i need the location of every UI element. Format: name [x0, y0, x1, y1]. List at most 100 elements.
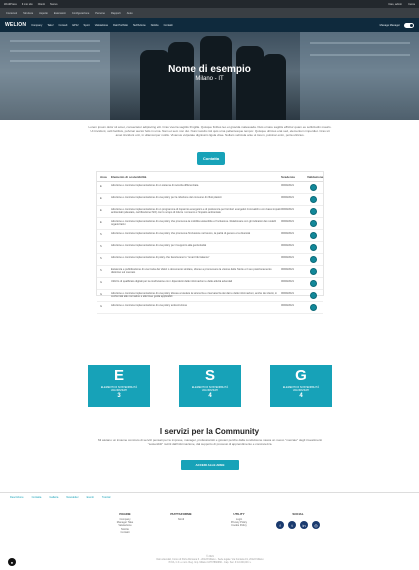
- validation-badge-icon[interactable]: [310, 280, 317, 287]
- row-area: S: [100, 257, 102, 260]
- row-element: Adozione e concreta implementazione di u…: [111, 184, 199, 187]
- nav-item-consult[interactable]: Consult: [59, 24, 68, 27]
- esg-cards: E ELEMENTI DI SOSTENIBILITÀ VALORIZZATI …: [88, 365, 332, 407]
- toolbar-contents[interactable]: Contenuti: [6, 12, 17, 15]
- facebook-icon[interactable]: f: [276, 521, 284, 529]
- nav-item-valutazione[interactable]: Valutazione: [95, 24, 108, 27]
- contact-button[interactable]: Contatta: [197, 152, 225, 165]
- validation-badge-icon[interactable]: [310, 304, 317, 311]
- card-count: 4: [208, 393, 212, 400]
- row-validation: [307, 184, 323, 191]
- row-deadline: 06/09/2021: [281, 184, 294, 187]
- card-environmental[interactable]: E ELEMENTI DI SOSTENIBILITÀ VALORIZZATI …: [88, 365, 150, 407]
- nav-item-epis[interactable]: EPIs!: [72, 24, 78, 27]
- twitter-icon[interactable]: t: [288, 521, 296, 529]
- row-validation: [307, 220, 323, 227]
- validation-badge-icon[interactable]: [310, 184, 317, 191]
- admin-item-site[interactable]: Il mio sito: [22, 3, 33, 6]
- nav-item-take[interactable]: Take!: [47, 24, 53, 27]
- nav-item-azione[interactable]: Sull'Azione: [133, 24, 146, 27]
- table-header: Area Elemento di sostenibilità Scadenza …: [97, 172, 323, 182]
- row-area: G: [100, 281, 103, 284]
- admin-item-new[interactable]: Nuovo: [50, 3, 58, 6]
- footer-link-tutorial[interactable]: Tutorial: [102, 496, 111, 499]
- table-row: E Adozione e concreta implementazione di …: [97, 194, 323, 206]
- toolbar-structure[interactable]: Struttura: [23, 12, 33, 15]
- toolbar-help[interactable]: Aiuto: [127, 12, 133, 15]
- validation-badge-icon[interactable]: [310, 244, 317, 251]
- header-area: Area: [100, 174, 107, 179]
- footer-link-newsletter[interactable]: Newsletter: [66, 496, 78, 499]
- site-logo[interactable]: WELION: [5, 22, 26, 28]
- hero-subtitle: Milano - IT: [195, 76, 224, 82]
- row-area: E: [100, 209, 102, 212]
- validation-badge-icon[interactable]: [310, 256, 317, 263]
- access-areas-button[interactable]: ACCEDI ALLE AREE: [181, 460, 239, 470]
- toolbar-appearance[interactable]: Aspetto: [39, 12, 48, 15]
- toolbar-extensions[interactable]: Estensioni: [54, 12, 66, 15]
- row-area: E: [100, 221, 102, 224]
- table-row: E Adozione e concreta implementazione di …: [97, 182, 323, 194]
- footer-link[interactable]: Contatti: [100, 531, 150, 534]
- table-row: G Utilizzo di qualificato digitali per la…: [97, 278, 323, 290]
- footer-link-eventi[interactable]: Eventi: [87, 496, 94, 499]
- footer-col-title: UTILITY: [233, 512, 245, 516]
- toolbar-configuration[interactable]: Configurazione: [72, 12, 89, 15]
- toolbar-reports[interactable]: Rapporti: [111, 12, 121, 15]
- admin-toolbar: Contenuti Struttura Aspetto Estensioni C…: [0, 8, 419, 18]
- nav-item-notizie[interactable]: Notizie: [151, 24, 159, 27]
- table-row: S Adozione e concreta implementazione di …: [97, 254, 323, 266]
- toolbar-people[interactable]: Persone: [95, 12, 105, 15]
- row-deadline: 06/09/2021: [281, 208, 294, 211]
- footer-link[interactable]: Cookie Policy: [214, 524, 264, 527]
- footer-link-descrizione[interactable]: Descrizione: [10, 496, 24, 499]
- card-social[interactable]: S ELEMENTI DI SOSTENIBILITÀ VALORIZZATI …: [179, 365, 241, 407]
- validation-badge-icon[interactable]: [310, 208, 317, 215]
- services-text: Mi aiutano un insieme concreto di serviz…: [98, 438, 322, 446]
- validation-badge-icon[interactable]: [310, 232, 317, 239]
- row-deadline: 06/09/2021: [281, 232, 294, 235]
- row-element: Adozione e concreta implementazione di u…: [111, 208, 281, 215]
- row-validation: [307, 292, 323, 299]
- row-validation: [307, 208, 323, 215]
- footer-link-contatta[interactable]: Contatta: [32, 496, 42, 499]
- nav-manager-label[interactable]: Manage Manager: [380, 24, 400, 27]
- intro-text: Lorem ipsum dolor sit amet, consectetur …: [88, 125, 332, 137]
- row-validation: [307, 196, 323, 203]
- header-validation: Validazione: [307, 174, 324, 179]
- linkedin-icon[interactable]: in: [300, 521, 308, 529]
- admin-search[interactable]: Cerca: [408, 3, 415, 6]
- nav-item-dati[interactable]: Dati Portfolio: [113, 24, 128, 27]
- table-row: G Adozione e concreta implementazione di …: [97, 290, 323, 302]
- row-deadline: 06/09/2021: [281, 220, 294, 223]
- header-deadline: Scadenza: [281, 174, 295, 179]
- nav-item-company[interactable]: Company: [31, 24, 42, 27]
- validation-badge-icon[interactable]: [310, 292, 317, 299]
- instagram-icon[interactable]: ◎: [312, 521, 320, 529]
- card-governance[interactable]: G ELEMENTI DI SOSTENIBILITÀ VALORIZZATI …: [270, 365, 332, 407]
- card-label: ELEMENTI DI SOSTENIBILITÀ VALORIZZATI: [100, 386, 138, 393]
- nav-item-contatti[interactable]: Contatti: [164, 24, 173, 27]
- row-deadline: 06/09/2021: [281, 292, 294, 295]
- chat-icon[interactable]: ●: [8, 558, 16, 566]
- row-deadline: 06/09/2021: [281, 244, 294, 247]
- row-area: E: [100, 197, 102, 200]
- validation-badge-icon[interactable]: [310, 268, 317, 275]
- card-count: 4: [299, 393, 303, 400]
- row-deadline: 06/09/2021: [281, 196, 294, 199]
- row-element: Adozione e concreta implementazione di u…: [111, 196, 222, 199]
- footer-col-title: SOCIAL: [292, 512, 304, 516]
- validation-badge-icon[interactable]: [310, 196, 317, 203]
- nav-item-sport[interactable]: Sport: [84, 24, 90, 27]
- footer-link-galleria[interactable]: Galleria: [49, 496, 58, 499]
- validation-badge-icon[interactable]: [310, 220, 317, 227]
- admin-item-wordpress[interactable]: WordPress: [4, 3, 17, 6]
- footer-col-title: PIATTAFORME: [170, 512, 192, 516]
- admin-item-clients[interactable]: Clienti: [38, 3, 45, 6]
- nav-toggle-switch[interactable]: [404, 22, 414, 28]
- footer-link[interactable]: Nordi: [156, 518, 206, 521]
- admin-user-greeting[interactable]: Ciao, admin: [388, 3, 402, 6]
- site-navigation: WELION Company Take! Consult EPIs! Sport…: [0, 18, 419, 32]
- card-letter: G: [295, 367, 307, 384]
- card-letter: E: [113, 367, 124, 384]
